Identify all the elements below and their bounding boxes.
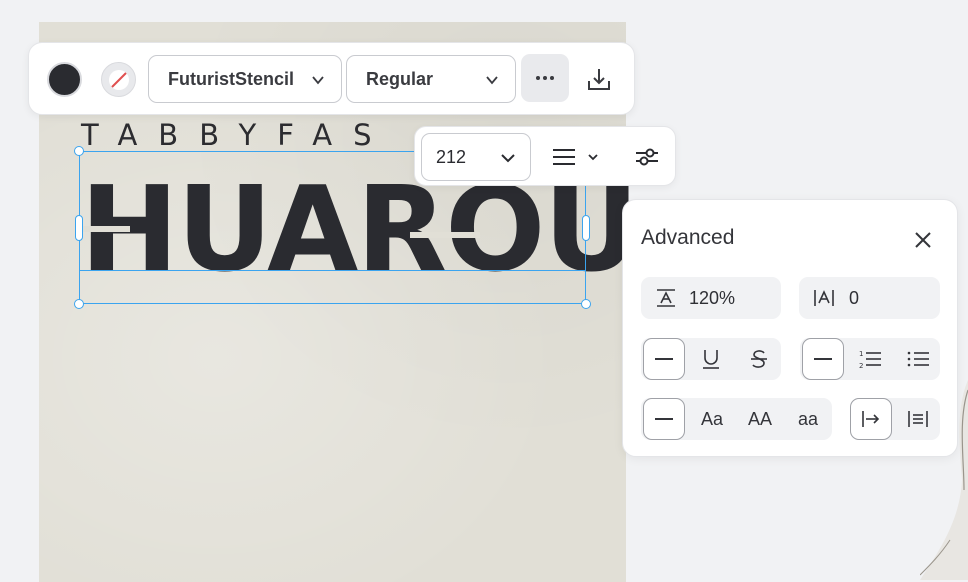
text-decoration-group [641, 338, 781, 380]
resize-handle-top-left[interactable] [74, 146, 84, 156]
no-fill-swatch[interactable] [101, 62, 136, 97]
resize-handle-left[interactable] [75, 215, 83, 241]
letter-spacing-value: 0 [849, 287, 860, 308]
stencil-gap [410, 232, 480, 238]
chevron-down-icon [486, 76, 498, 85]
more-options-button[interactable] [521, 54, 569, 102]
resize-handle-right[interactable] [582, 215, 590, 241]
indent-button[interactable] [850, 398, 892, 440]
case-none-button[interactable] [643, 398, 685, 440]
align-justify-icon [553, 149, 575, 165]
list-none-button[interactable] [802, 338, 844, 380]
font-family-value: FuturistStencil [168, 68, 295, 89]
letter-spacing-field[interactable]: 0 [799, 277, 940, 319]
dash-icon [655, 418, 673, 420]
decoration-none-button[interactable] [643, 338, 685, 380]
strikethrough-icon [751, 350, 767, 368]
advanced-settings-button[interactable] [629, 141, 665, 173]
chevron-down-icon [501, 154, 515, 163]
svg-text:2: 2 [859, 362, 863, 369]
line-height-field[interactable]: 120% [641, 277, 781, 319]
download-icon [588, 69, 610, 90]
dash-icon [655, 358, 673, 360]
strikethrough-button[interactable] [737, 338, 781, 380]
chevron-down-icon [588, 154, 598, 161]
close-button[interactable] [909, 226, 937, 254]
unordered-list-button[interactable] [896, 338, 940, 380]
letter-spacing-icon [814, 290, 834, 306]
svg-text:1: 1 [859, 350, 863, 358]
chevron-down-icon [312, 76, 324, 85]
resize-handle-bottom-right[interactable] [581, 299, 591, 309]
subtitle-text[interactable]: TABBYFAS [81, 118, 393, 152]
font-weight-select[interactable]: Regular [346, 55, 516, 103]
advanced-panel: Advanced 120% 0 1 2 Aa AA aa [622, 199, 958, 457]
sliders-icon [636, 148, 658, 166]
text-align-dropdown[interactable] [545, 141, 605, 173]
font-family-select[interactable]: FuturistStencil [148, 55, 342, 103]
selection-baseline [79, 270, 586, 271]
download-button[interactable] [579, 59, 619, 99]
photo-layer [920, 380, 968, 580]
font-size-select[interactable]: 212 [421, 133, 531, 181]
text-subtoolbar: 212 [414, 126, 676, 186]
uppercase-button[interactable]: AA [737, 398, 783, 440]
title-case-button[interactable]: Aa [689, 398, 735, 440]
ellipsis-icon [536, 76, 554, 80]
stencil-gap [80, 226, 130, 232]
underline-button[interactable] [689, 338, 733, 380]
close-icon [915, 232, 931, 248]
ordered-list-button[interactable]: 1 2 [848, 338, 892, 380]
text-toolbar: FuturistStencil Regular [28, 42, 635, 115]
list-style-group: 1 2 [800, 338, 940, 380]
font-weight-value: Regular [366, 68, 434, 89]
underline-icon [703, 350, 719, 369]
line-height-value: 120% [689, 287, 736, 308]
ordered-list-icon: 1 2 [859, 350, 881, 369]
font-size-value: 212 [436, 146, 467, 167]
text-case-group: Aa AA aa [641, 398, 832, 440]
line-height-icon [657, 289, 675, 307]
panel-title: Advanced [641, 226, 735, 249]
indent-arrow-icon [862, 411, 880, 427]
resize-handle-bottom-left[interactable] [74, 299, 84, 309]
unordered-list-icon [907, 351, 929, 367]
text-color-swatch[interactable] [47, 62, 82, 97]
lowercase-button[interactable]: aa [785, 398, 831, 440]
dash-icon [814, 358, 832, 360]
no-color-icon [109, 70, 129, 90]
